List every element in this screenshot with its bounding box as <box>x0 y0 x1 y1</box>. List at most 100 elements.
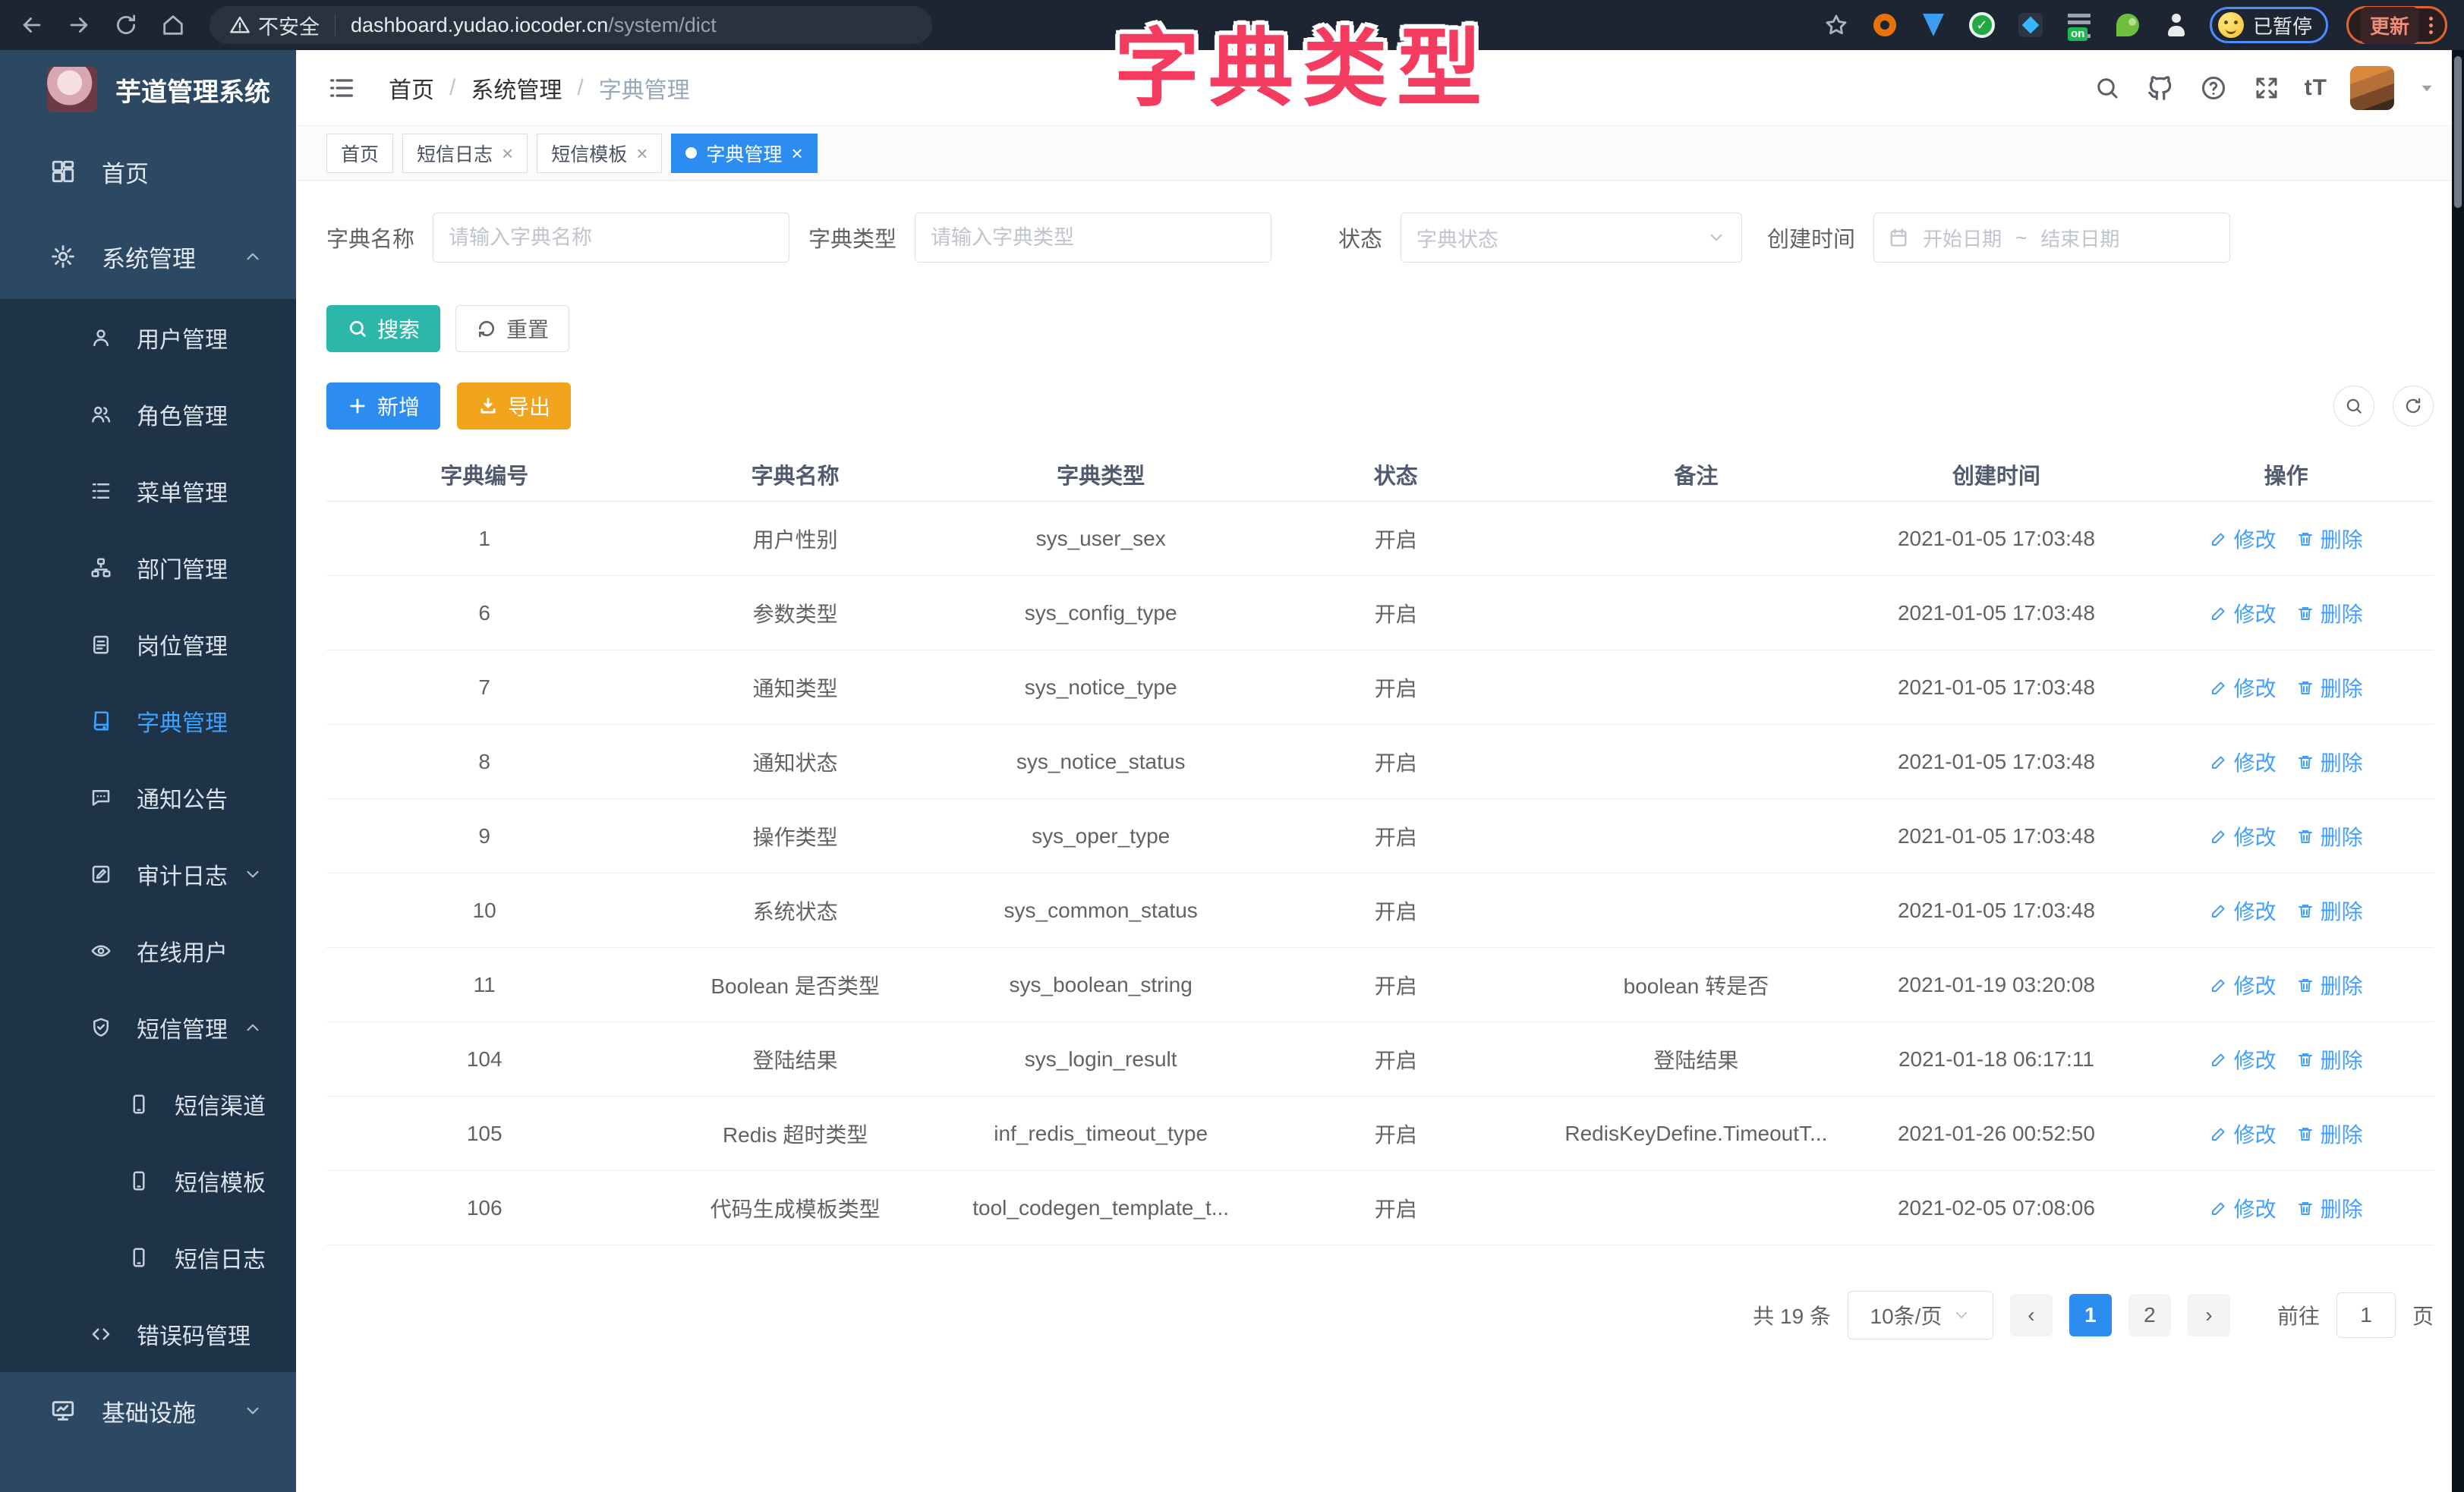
dict-type-link[interactable]: sys_user_sex <box>948 527 1254 551</box>
search-button[interactable]: 搜索 <box>326 305 440 352</box>
dict-name-input[interactable] <box>433 212 789 263</box>
page-scrollbar[interactable] <box>2452 50 2464 1492</box>
tab-sms-log[interactable]: 短信日志 × <box>402 134 528 173</box>
bookmark-star-icon[interactable] <box>1821 10 1851 40</box>
breadcrumb-system[interactable]: 系统管理 <box>471 71 562 105</box>
dict-type-link[interactable]: tool_codegen_template_t... <box>948 1196 1254 1220</box>
page-2-button[interactable]: 2 <box>2128 1294 2171 1336</box>
edit-button[interactable]: 修改 <box>2210 672 2277 703</box>
edit-button[interactable]: 修改 <box>2210 896 2277 926</box>
list-extension-icon[interactable]: on <box>2064 10 2094 40</box>
sidebar-item-system[interactable]: 系统管理 <box>0 214 296 299</box>
dict-type-input[interactable] <box>915 212 1271 263</box>
github-icon[interactable] <box>2145 73 2176 103</box>
next-page-button[interactable]: › <box>2188 1294 2230 1336</box>
tab-home[interactable]: 首页 <box>326 134 393 173</box>
status-select[interactable]: 字典状态 <box>1401 212 1742 263</box>
sidebar-item-errcode-mgmt[interactable]: 错误码管理 <box>0 1295 296 1372</box>
badge-icon <box>90 633 112 656</box>
dict-type-link[interactable]: sys_oper_type <box>948 824 1254 848</box>
close-icon[interactable]: × <box>502 143 513 163</box>
tab-dict-mgmt[interactable]: 字典管理 × <box>671 134 817 173</box>
user-avatar[interactable] <box>2350 66 2394 110</box>
delete-button[interactable]: 删除 <box>2296 747 2363 777</box>
green-circle-extension-icon[interactable]: ✓ <box>1967 10 1997 40</box>
delete-button[interactable]: 删除 <box>2296 896 2363 926</box>
reset-button[interactable]: 重置 <box>455 305 569 352</box>
search-icon[interactable] <box>2092 73 2122 103</box>
sidebar-item-home[interactable]: 首页 <box>0 129 296 214</box>
close-icon[interactable]: × <box>791 143 802 163</box>
delete-button[interactable]: 删除 <box>2296 1044 2363 1075</box>
dict-type-link[interactable]: sys_login_result <box>948 1047 1254 1072</box>
font-size-icon[interactable]: tT <box>2305 75 2327 101</box>
app-logo-row[interactable]: 芋道管理系统 <box>0 50 296 129</box>
profile-chip[interactable]: 已暂停 <box>2210 7 2328 43</box>
blue-diamond-extension-icon[interactable] <box>2015 10 2046 40</box>
delete-button[interactable]: 删除 <box>2296 672 2363 703</box>
tab-sms-template[interactable]: 短信模板 × <box>537 134 662 173</box>
address-bar[interactable]: 不安全 dashboard.yudao.iocoder.cn/system/di… <box>210 6 932 44</box>
table-refresh-button[interactable] <box>2393 386 2434 427</box>
sidebar-item-menu-mgmt[interactable]: 菜单管理 <box>0 452 296 529</box>
hamburger-icon[interactable] <box>326 73 357 103</box>
back-icon[interactable] <box>17 10 47 40</box>
sidebar-item-dept-mgmt[interactable]: 部门管理 <box>0 529 296 606</box>
caret-down-icon[interactable] <box>2417 78 2437 98</box>
sidebar-item-role-mgmt[interactable]: 角色管理 <box>0 376 296 452</box>
dict-type-link[interactable]: sys_common_status <box>948 899 1254 923</box>
dict-type-link[interactable]: sys_notice_status <box>948 750 1254 774</box>
sidebar-item-sms-channel[interactable]: 短信渠道 <box>0 1065 296 1142</box>
edit-button[interactable]: 修改 <box>2210 1119 2277 1149</box>
edit-button[interactable]: 修改 <box>2210 970 2277 1000</box>
add-button[interactable]: 新增 <box>326 382 440 430</box>
edit-button[interactable]: 修改 <box>2210 598 2277 628</box>
edit-button[interactable]: 修改 <box>2210 524 2277 554</box>
browser-menu-icon[interactable] <box>2429 17 2433 34</box>
browser-update-button[interactable]: 更新 <box>2346 6 2447 44</box>
page-1-button[interactable]: 1 <box>2069 1294 2112 1336</box>
delete-button[interactable]: 删除 <box>2296 598 2363 628</box>
sidebar-item-notice[interactable]: 通知公告 <box>0 759 296 836</box>
page-size-select[interactable]: 10条/页 <box>1848 1291 1993 1339</box>
sidebar-item-user-mgmt[interactable]: 用户管理 <box>0 299 296 376</box>
reload-icon[interactable] <box>111 10 141 40</box>
fullscreen-icon[interactable] <box>2251 73 2282 103</box>
white-figure-extension-icon[interactable] <box>2161 10 2191 40</box>
sidebar-item-online-users[interactable]: 在线用户 <box>0 912 296 989</box>
home-icon[interactable] <box>158 10 188 40</box>
help-icon[interactable] <box>2198 73 2229 103</box>
delete-button[interactable]: 删除 <box>2296 524 2363 554</box>
dict-type-link[interactable]: sys_boolean_string <box>948 973 1254 997</box>
sidebar-item-sms-template[interactable]: 短信模板 <box>0 1142 296 1219</box>
delete-button[interactable]: 删除 <box>2296 970 2363 1000</box>
orange-ring-extension-icon[interactable] <box>1870 10 1900 40</box>
scrollbar-thumb[interactable] <box>2454 56 2462 208</box>
forward-icon[interactable] <box>64 10 94 40</box>
delete-button[interactable]: 删除 <box>2296 1119 2363 1149</box>
date-range-picker[interactable]: 开始日期 ~ 结束日期 <box>1873 212 2230 263</box>
edit-button[interactable]: 修改 <box>2210 747 2277 777</box>
sidebar-item-dict-mgmt[interactable]: 字典管理 <box>0 682 296 759</box>
breadcrumb-home[interactable]: 首页 <box>389 71 434 105</box>
sidebar-item-post-mgmt[interactable]: 岗位管理 <box>0 606 296 682</box>
export-button[interactable]: 导出 <box>457 382 571 430</box>
close-icon[interactable]: × <box>636 143 648 163</box>
prev-page-button[interactable]: ‹ <box>2010 1294 2053 1336</box>
sidebar-item-sms-mgmt[interactable]: 短信管理 <box>0 989 296 1065</box>
table-search-toggle-button[interactable] <box>2333 386 2374 427</box>
green-sprout-extension-icon[interactable] <box>2113 10 2143 40</box>
edit-button[interactable]: 修改 <box>2210 1044 2277 1075</box>
dict-type-link[interactable]: sys_config_type <box>948 601 1254 625</box>
sidebar-item-infra[interactable]: 基础设施 <box>0 1372 296 1450</box>
edit-button[interactable]: 修改 <box>2210 1193 2277 1223</box>
edit-button[interactable]: 修改 <box>2210 821 2277 851</box>
delete-button[interactable]: 删除 <box>2296 1193 2363 1223</box>
goto-page-input[interactable] <box>2336 1292 2396 1338</box>
sidebar-item-sms-log[interactable]: 短信日志 <box>0 1219 296 1295</box>
delete-button[interactable]: 删除 <box>2296 821 2363 851</box>
dict-type-link[interactable]: sys_notice_type <box>948 675 1254 700</box>
sidebar-item-audit-log[interactable]: 审计日志 <box>0 836 296 912</box>
dict-type-link[interactable]: inf_redis_timeout_type <box>948 1122 1254 1146</box>
blue-gem-extension-icon[interactable] <box>1918 10 1949 40</box>
